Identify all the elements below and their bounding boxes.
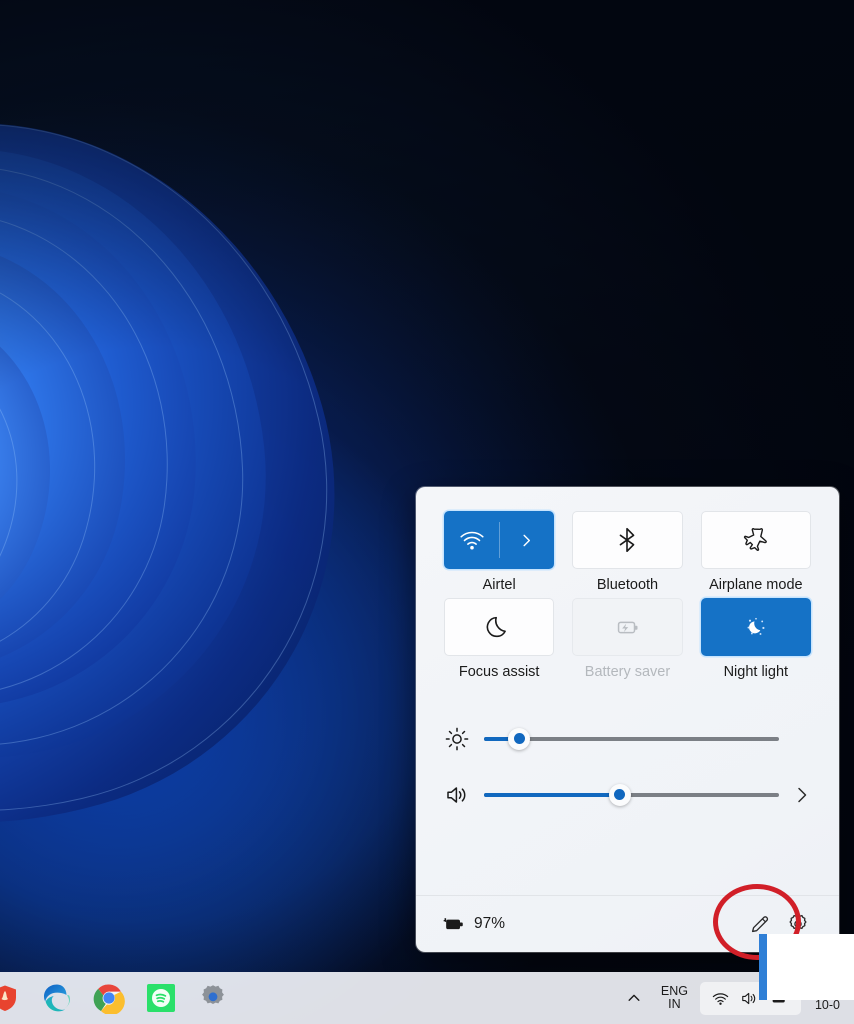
quick-tile-night-light[interactable]	[700, 597, 811, 656]
tray-volume-icon	[742, 992, 756, 1004]
taskbar-app-spotify[interactable]	[142, 979, 180, 1017]
tile-label-battery-saver: Battery saver	[584, 663, 671, 680]
tile-label-bluetooth: Bluetooth	[596, 577, 659, 593]
tile-cell-airplane-mode: Airplane mode	[700, 511, 811, 594]
tile-label-night-light: Night light	[723, 663, 789, 680]
volume-slider-row	[444, 767, 811, 823]
volume-slider-knob[interactable]	[608, 783, 631, 806]
brightness-slider[interactable]	[484, 727, 779, 750]
quick-tile-battery-saver[interactable]	[572, 597, 683, 656]
language-line-2: IN	[668, 997, 681, 1011]
quick-settings-panel: Airtel Bluetooth Airplane mode Focus ass…	[416, 487, 839, 952]
tile-cell-bluetooth: Bluetooth	[572, 511, 683, 594]
taskbar-app-settings[interactable]	[194, 979, 232, 1017]
desktop-screen: Airtel Bluetooth Airplane mode Focus ass…	[0, 0, 854, 1024]
clock-date: 10-0	[814, 998, 840, 1012]
occlusion-white-block	[767, 934, 854, 1000]
volume-icon	[447, 787, 466, 803]
shield-app-icon	[0, 985, 16, 1011]
language-line-1: ENG	[660, 983, 688, 998]
airplane-icon	[743, 528, 767, 551]
chevron-up-icon	[628, 994, 640, 1001]
battery-percent-label: 97%	[474, 915, 506, 932]
quick-tile-wifi[interactable]	[444, 511, 555, 569]
battery-status: 97%	[442, 915, 505, 933]
brightness-icon	[445, 727, 469, 751]
tile-cell-focus-assist: Focus assist	[444, 597, 555, 681]
settings-gear-icon	[202, 985, 224, 1004]
bluetooth-icon	[620, 527, 635, 553]
taskbar-app-chrome[interactable]	[90, 979, 128, 1017]
wifi-expand-half[interactable]	[499, 512, 553, 568]
night-light-icon	[747, 617, 765, 635]
gear-icon	[789, 914, 807, 930]
pencil-edit-icon	[751, 916, 769, 933]
tile-cell-night-light: Night light	[700, 597, 811, 681]
tile-cell-wifi: Airtel	[444, 511, 555, 594]
quick-settings-sliders	[416, 681, 839, 823]
brightness-slider-row	[444, 711, 811, 767]
moon-icon	[486, 616, 507, 638]
chevron-right-icon	[523, 534, 530, 546]
taskbar-app-list	[0, 979, 232, 1017]
tile-label-wifi: Airtel	[482, 577, 516, 593]
wifi-icon	[460, 531, 484, 550]
tile-cell-battery-saver: Battery saver	[572, 597, 683, 681]
battery-charging-icon	[443, 918, 463, 930]
language-indicator[interactable]: ENG IN	[653, 983, 696, 1012]
volume-slider[interactable]	[484, 783, 779, 806]
tray-overflow-button[interactable]	[619, 981, 649, 1015]
taskbar-app-edge[interactable]	[38, 979, 76, 1017]
brightness-slider-knob[interactable]	[508, 727, 531, 750]
tile-label-focus-assist: Focus assist	[458, 663, 540, 680]
taskbar-app-shield[interactable]	[0, 979, 24, 1017]
quick-tile-focus-assist[interactable]	[444, 597, 555, 656]
google-chrome-icon	[93, 984, 125, 1014]
quick-settings-tiles: Airtel Bluetooth Airplane mode Focus ass…	[416, 487, 839, 681]
quick-tile-airplane-mode[interactable]	[700, 511, 811, 569]
tray-wifi-icon	[712, 992, 729, 1005]
quick-tile-bluetooth[interactable]	[572, 511, 683, 569]
microsoft-edge-icon	[44, 984, 70, 1012]
wifi-toggle-half[interactable]	[445, 512, 499, 568]
volume-output-chevron-right-icon[interactable]	[793, 786, 811, 804]
battery-saver-icon	[618, 621, 638, 634]
tile-label-airplane-mode: Airplane mode	[709, 577, 803, 593]
taskbar: ENG IN 10-0	[0, 972, 854, 1024]
spotify-icon	[147, 984, 175, 1012]
